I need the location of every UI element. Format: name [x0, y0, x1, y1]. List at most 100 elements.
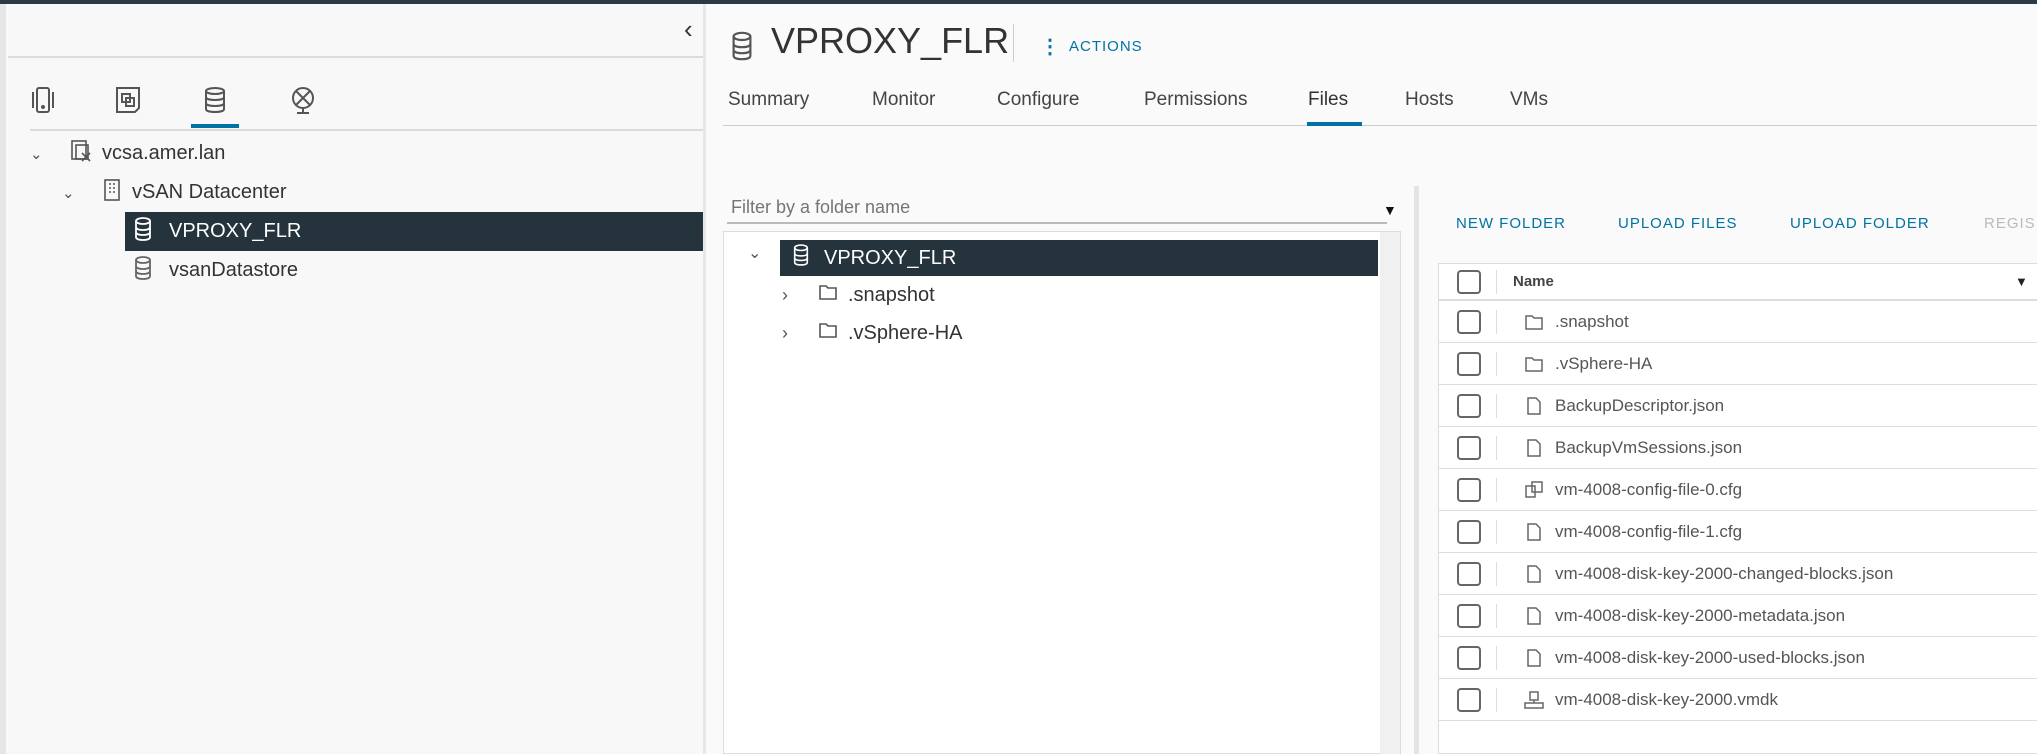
divider [1013, 24, 1014, 62]
file-name[interactable]: vm-4008-config-file-1.cfg [1555, 522, 1742, 542]
row-checkbox[interactable] [1457, 561, 1481, 586]
collapse-button[interactable]: ‹ [684, 14, 693, 45]
tree-item-label: VPROXY_FLR [169, 220, 302, 242]
file-icon [1523, 564, 1545, 584]
table-row[interactable]: vm-4008-config-file-1.cfg [1439, 511, 2037, 553]
storage-icon[interactable] [197, 82, 233, 118]
table-header: Name ▼ [1439, 264, 2037, 301]
row-checkbox[interactable] [1457, 687, 1481, 712]
vms-and-templates-icon[interactable] [110, 82, 146, 118]
table-row[interactable]: vm-4008-disk-key-2000-metadata.json [1439, 595, 2037, 637]
file-icon [1523, 522, 1545, 542]
datastore-icon [730, 30, 754, 67]
row-checkbox[interactable] [1457, 435, 1481, 460]
select-all-checkbox[interactable] [1457, 269, 1481, 294]
tab-monitor[interactable]: Monitor [872, 89, 935, 111]
table-row[interactable]: .vSphere-HA [1439, 343, 2037, 385]
active-tab-indicator [191, 124, 239, 128]
filter-icon[interactable]: ▼ [1383, 202, 1397, 218]
divider [8, 56, 703, 58]
file-icon [1523, 438, 1545, 458]
column-separator [1496, 645, 1497, 670]
file-table: Name ▼ .snapshot .vSphere-HA BackupDescrip… [1438, 263, 2037, 754]
tree-item-vsandatastore[interactable]: vsanDatastore [125, 251, 703, 290]
actions-button[interactable]: ⋮ ACTIONS [1040, 34, 1143, 59]
file-icon [1523, 648, 1545, 668]
chevron-down-icon[interactable]: ⌄ [62, 184, 82, 202]
table-row[interactable]: vm-4008-config-file-0.cfg [1439, 469, 2037, 511]
divider [30, 129, 703, 131]
folder-tree-root[interactable]: VPROXY_FLR [780, 240, 1378, 276]
new-folder-button[interactable]: NEW FOLDER [1456, 215, 1566, 232]
folder-icon [1523, 355, 1545, 373]
column-separator [1496, 477, 1497, 502]
table-row[interactable]: BackupDescriptor.json [1439, 385, 2037, 427]
pane-divider[interactable] [703, 4, 706, 754]
folder-tree-item[interactable]: › .vSphere-HA [782, 315, 963, 351]
file-name[interactable]: vm-4008-disk-key-2000-used-blocks.json [1555, 648, 1865, 668]
datastore-icon [133, 255, 153, 287]
table-row[interactable]: BackupVmSessions.json [1439, 427, 2037, 469]
table-row[interactable]: .snapshot [1439, 301, 2037, 343]
column-separator [1496, 435, 1497, 460]
scrollbar[interactable] [1380, 232, 1400, 754]
file-name[interactable]: vm-4008-disk-key-2000-metadata.json [1555, 606, 1845, 626]
column-separator [1496, 393, 1497, 418]
file-name[interactable]: .vSphere-HA [1555, 354, 1652, 374]
tree-item-label: vsanDatastore [169, 259, 298, 281]
table-row[interactable]: vm-4008-disk-key-2000.vmdk [1439, 679, 2037, 721]
datastore-icon [792, 243, 810, 273]
upload-folder-button[interactable]: UPLOAD FOLDER [1790, 215, 1930, 232]
file-name[interactable]: vm-4008-config-file-0.cfg [1555, 480, 1742, 500]
column-separator [1496, 561, 1497, 586]
chevron-right-icon[interactable]: › [782, 285, 788, 306]
chevron-down-icon[interactable]: ⌄ [748, 243, 761, 263]
tab-files[interactable]: Files [1308, 89, 1348, 111]
row-checkbox[interactable] [1457, 309, 1481, 334]
file-name[interactable]: BackupVmSessions.json [1555, 438, 1742, 458]
row-checkbox[interactable] [1457, 519, 1481, 544]
folder-icon [1523, 313, 1545, 331]
tree-item-vproxy-flr[interactable]: VPROXY_FLR [125, 212, 703, 251]
filter-icon[interactable]: ▼ [2015, 274, 2028, 289]
file-name[interactable]: vm-4008-disk-key-2000.vmdk [1555, 690, 1778, 710]
navigator-pane [0, 4, 703, 754]
tab-summary[interactable]: Summary [728, 89, 809, 111]
tab-permissions[interactable]: Permissions [1144, 89, 1247, 111]
column-header-name[interactable]: Name [1513, 273, 1554, 290]
column-separator [1496, 269, 1497, 294]
row-checkbox[interactable] [1457, 351, 1481, 376]
tree-item-datacenter[interactable]: ⌄ vSAN Datacenter [62, 173, 703, 212]
tab-hosts[interactable]: Hosts [1405, 89, 1454, 111]
tree-item-label: vSAN Datacenter [132, 181, 287, 203]
column-separator [1496, 351, 1497, 376]
upload-files-button[interactable]: UPLOAD FILES [1618, 215, 1738, 232]
active-tab-indicator [1307, 122, 1362, 126]
vm-config-icon [1523, 480, 1545, 500]
folder-filter-input[interactable] [727, 192, 1387, 224]
networking-icon[interactable] [285, 82, 321, 118]
table-row[interactable]: vm-4008-disk-key-2000-changed-blocks.jso… [1439, 553, 2037, 595]
tree-item-label: vcsa.amer.lan [102, 142, 226, 164]
folder-label: .vSphere-HA [848, 321, 963, 344]
chevron-right-icon[interactable]: › [782, 323, 788, 344]
register-vm-button: REGIS [1984, 215, 2036, 232]
row-checkbox[interactable] [1457, 645, 1481, 670]
file-name[interactable]: .snapshot [1555, 312, 1629, 332]
file-icon [1523, 606, 1545, 626]
split-divider[interactable] [1414, 186, 1419, 754]
row-checkbox[interactable] [1457, 477, 1481, 502]
tab-configure[interactable]: Configure [997, 89, 1079, 111]
hosts-and-clusters-icon[interactable] [25, 82, 61, 118]
file-name[interactable]: vm-4008-disk-key-2000-changed-blocks.jso… [1555, 564, 1893, 584]
chevron-down-icon[interactable]: ⌄ [30, 145, 50, 163]
tree-item-vcenter[interactable]: ⌄ vcsa.amer.lan [30, 134, 703, 173]
row-checkbox[interactable] [1457, 603, 1481, 628]
tab-vms[interactable]: VMs [1510, 89, 1548, 111]
folder-tree-item[interactable]: › .snapshot [782, 277, 935, 313]
file-name[interactable]: BackupDescriptor.json [1555, 396, 1724, 416]
vcenter-icon [70, 139, 92, 169]
row-checkbox[interactable] [1457, 393, 1481, 418]
more-vertical-icon: ⋮ [1040, 36, 1061, 58]
table-row[interactable]: vm-4008-disk-key-2000-used-blocks.json [1439, 637, 2037, 679]
